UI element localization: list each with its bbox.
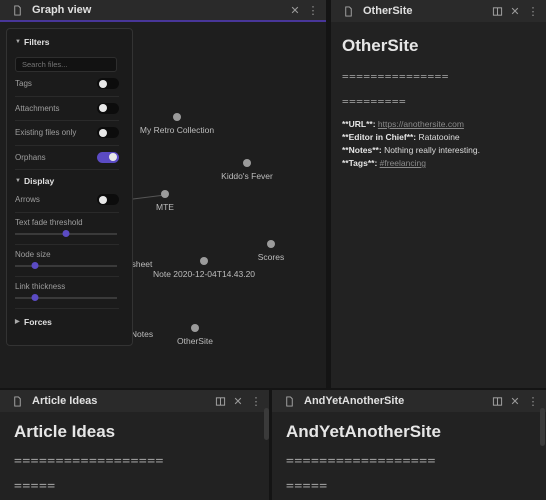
page-title: OtherSite (342, 36, 419, 55)
forces-header[interactable]: ▶ Forces (15, 315, 124, 329)
existing-files-toggle[interactable] (97, 127, 119, 139)
close-icon[interactable]: ✕ (231, 394, 245, 408)
separator-line: ===== (286, 479, 328, 494)
filter-existing-row: Existing files only (15, 121, 119, 146)
file-icon (10, 394, 24, 408)
more-options-icon[interactable]: ⋮ (249, 394, 263, 408)
preview-mode-icon[interactable] (490, 394, 504, 408)
more-options-icon[interactable]: ⋮ (526, 4, 540, 18)
separator-line: =============== (342, 70, 449, 83)
orphans-toggle[interactable] (97, 151, 119, 163)
another-tab-header: AndYetAnotherSite ✕ ⋮ (272, 390, 546, 412)
link-thickness-slider-block: Link thickness (15, 277, 119, 309)
tags-toggle[interactable] (97, 78, 119, 90)
graph-view-pane: Graph view ✕ ⋮ My Retro Collection Kiddo… (0, 0, 326, 388)
url-link[interactable]: https://anothersite.com (378, 119, 464, 129)
metadata-block: **URL**: https://anothersite.com **Edito… (342, 119, 480, 168)
display-arrows-row: Arrows (15, 188, 119, 213)
arrows-toggle[interactable] (97, 194, 119, 206)
scrollbar[interactable] (540, 408, 545, 446)
separator-line: ===== (14, 479, 56, 494)
close-icon[interactable]: ✕ (508, 4, 522, 18)
page-title: AndYetAnotherSite (286, 422, 441, 441)
another-document: AndYetAnotherSite ================== ===… (286, 422, 536, 494)
othersite-pane: OtherSite ✕ ⋮ OtherSite =============== … (331, 0, 546, 388)
collapse-triangle-icon: ▼ (15, 39, 21, 45)
text-fade-slider-block: Text fade threshold (15, 213, 119, 245)
node-size-slider-block: Node size (15, 245, 119, 277)
preview-mode-icon[interactable] (213, 394, 227, 408)
another-tab-title[interactable]: AndYetAnotherSite (304, 395, 486, 407)
othersite-document: OtherSite =============== ========= **UR… (342, 36, 538, 170)
tag-link[interactable]: #freelancing (380, 158, 426, 168)
close-icon[interactable]: ✕ (508, 394, 522, 408)
article-ideas-pane: Article Ideas ✕ ⋮ Article Ideas ========… (0, 390, 269, 500)
othersite-tab-header: OtherSite ✕ ⋮ (331, 0, 546, 22)
article-tab-header: Article Ideas ✕ ⋮ (0, 390, 269, 412)
search-files-input[interactable] (15, 57, 117, 72)
text-fade-slider[interactable] (15, 230, 117, 237)
collapse-triangle-icon: ▼ (15, 178, 21, 184)
display-header[interactable]: ▼ Display (15, 174, 124, 188)
graph-filters-panel: ▼Filters Tags Attachments Existing files… (6, 28, 133, 346)
filter-attachments-row: Attachments (15, 97, 119, 121)
article-document: Article Ideas ================== ===== (14, 422, 259, 494)
link-thickness-slider[interactable] (15, 294, 117, 301)
filter-orphans-row: Orphans (15, 146, 119, 170)
expand-triangle-icon: ▶ (15, 319, 20, 325)
article-tab-title[interactable]: Article Ideas (32, 395, 209, 407)
file-icon (282, 394, 296, 408)
separator-line: ================== (286, 454, 436, 469)
othersite-tab-title[interactable]: OtherSite (363, 5, 486, 17)
andyetanothersite-pane: AndYetAnotherSite ✕ ⋮ AndYetAnotherSite … (272, 390, 546, 500)
more-options-icon[interactable]: ⋮ (526, 394, 540, 408)
attachments-toggle[interactable] (97, 102, 119, 114)
filter-tags-row: Tags (15, 72, 119, 97)
preview-mode-icon[interactable] (490, 4, 504, 18)
file-icon (341, 4, 355, 18)
node-size-slider[interactable] (15, 262, 117, 269)
separator-line: ========= (342, 95, 407, 108)
filters-header[interactable]: ▼ Filters (15, 35, 124, 49)
page-title: Article Ideas (14, 422, 116, 441)
separator-line: ================== (14, 454, 164, 469)
